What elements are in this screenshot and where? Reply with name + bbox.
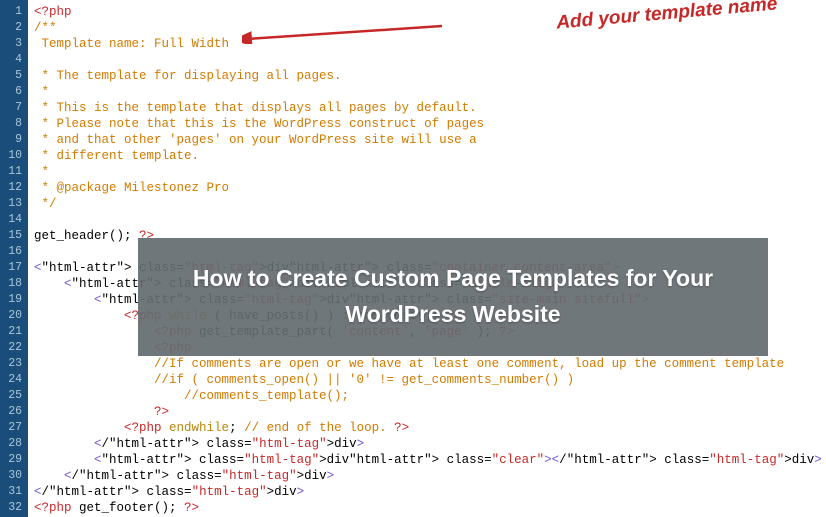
code-line: * and that other 'pages' on your WordPre… [34, 132, 822, 148]
line-number: 12 [4, 180, 22, 196]
code-line: * This is the template that displays all… [34, 100, 822, 116]
code-line: * @package Milestonez Pro [34, 180, 822, 196]
line-number: 29 [4, 452, 22, 468]
line-number: 2 [4, 20, 22, 36]
line-number: 20 [4, 308, 22, 324]
code-line: */ [34, 196, 822, 212]
line-number: 26 [4, 404, 22, 420]
code-line: * Please note that this is the WordPress… [34, 116, 822, 132]
line-number: 19 [4, 292, 22, 308]
line-number: 22 [4, 340, 22, 356]
code-line: <"html-attr"> class="html-tag">div"html-… [34, 452, 822, 468]
code-line [34, 212, 822, 228]
code-line: //comments_template(); [34, 388, 822, 404]
line-number: 9 [4, 132, 22, 148]
line-number: 15 [4, 228, 22, 244]
line-number: 27 [4, 420, 22, 436]
line-number: 25 [4, 388, 22, 404]
code-line: </"html-attr"> class="html-tag">div> [34, 436, 822, 452]
line-number: 17 [4, 260, 22, 276]
line-number: 8 [4, 116, 22, 132]
code-line: * The template for displaying all pages. [34, 68, 822, 84]
line-number: 16 [4, 244, 22, 260]
code-line: * [34, 84, 822, 100]
code-line: Template name: Full Width [34, 36, 822, 52]
line-number: 14 [4, 212, 22, 228]
line-number: 4 [4, 52, 22, 68]
code-line: * different template. [34, 148, 822, 164]
code-line [34, 52, 822, 68]
line-number: 21 [4, 324, 22, 340]
code-line: ?> [34, 404, 822, 420]
title-overlay: How to Create Custom Page Templates for … [138, 238, 768, 356]
code-line: </"html-attr"> class="html-tag">div> [34, 484, 822, 500]
code-line: /** [34, 20, 822, 36]
line-number: 32 [4, 500, 22, 516]
line-number: 3 [4, 36, 22, 52]
code-line: </"html-attr"> class="html-tag">div> [34, 468, 822, 484]
code-line: * [34, 164, 822, 180]
line-number: 18 [4, 276, 22, 292]
line-number: 7 [4, 100, 22, 116]
line-number: 5 [4, 68, 22, 84]
code-line: //if ( comments_open() || '0' != get_com… [34, 372, 822, 388]
line-number: 23 [4, 356, 22, 372]
line-number: 11 [4, 164, 22, 180]
line-number: 13 [4, 196, 22, 212]
line-number: 10 [4, 148, 22, 164]
code-line: <?php get_footer(); ?> [34, 500, 822, 516]
line-number: 6 [4, 84, 22, 100]
line-number: 30 [4, 468, 22, 484]
code-line: <?php endwhile; // end of the loop. ?> [34, 420, 822, 436]
line-number: 31 [4, 484, 22, 500]
line-number: 24 [4, 372, 22, 388]
line-number-gutter: 1234567891011121314151617181920212223242… [0, 0, 28, 517]
line-number: 28 [4, 436, 22, 452]
code-line: //If comments are open or we have at lea… [34, 356, 822, 372]
line-number: 1 [4, 4, 22, 20]
